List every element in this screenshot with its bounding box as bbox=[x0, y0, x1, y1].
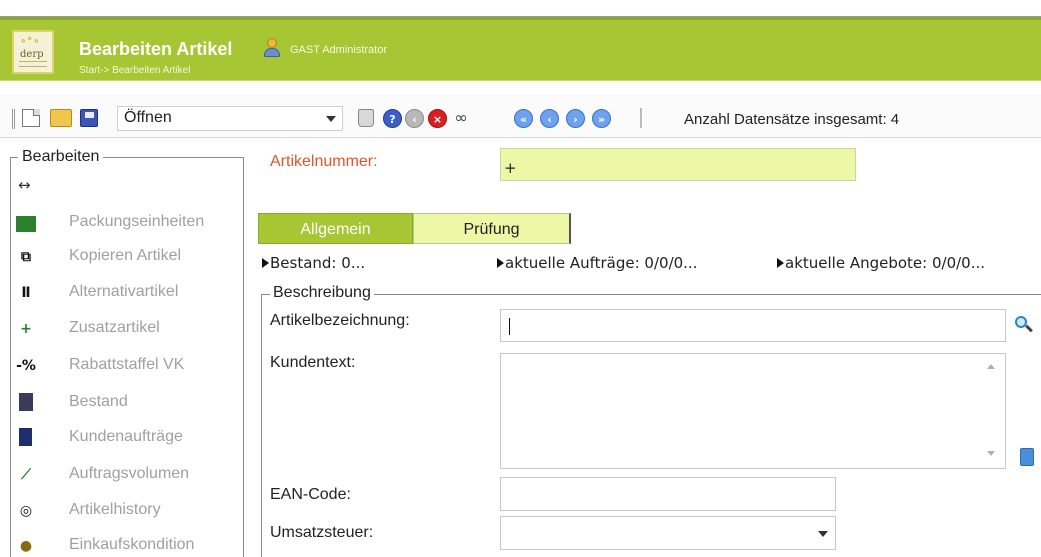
discount-scale-icon: -% bbox=[16, 358, 36, 374]
sidebar-item-zusatzartikel[interactable]: + Zusatzartikel bbox=[11, 314, 243, 344]
package-units-icon bbox=[16, 216, 36, 232]
logo-dots: ∘°∘ bbox=[20, 36, 41, 47]
window-top-edge bbox=[0, 0, 1041, 17]
action-select-value: Öffnen bbox=[124, 109, 172, 126]
action-select[interactable]: Öffnen bbox=[117, 106, 343, 131]
order-volume-chart-icon: ⟋ bbox=[21, 467, 31, 483]
status-bestand[interactable]: Bestand: 0... bbox=[262, 254, 365, 272]
article-number-input[interactable]: + bbox=[500, 148, 856, 181]
toolbar: Öffnen ? ‹ × ∞ « ‹ › » Anzahl Datensätze… bbox=[0, 94, 1041, 138]
expand-triangle-icon bbox=[777, 258, 784, 268]
sidebar-item-einkaufskondition[interactable]: ● Einkaufskondition bbox=[11, 531, 243, 557]
sidebar-item-alternativartikel[interactable]: Ⅱ Alternativartikel bbox=[11, 278, 243, 308]
first-record-icon[interactable]: « bbox=[514, 109, 533, 128]
previous-record-icon[interactable]: ‹ bbox=[540, 109, 559, 128]
sidebar-item-label: Alternativartikel bbox=[69, 283, 179, 300]
back-icon[interactable]: ‹ bbox=[405, 109, 424, 128]
sidebar-item-label: Kundenaufträge bbox=[69, 428, 183, 445]
sidebar-item-label: Rabattstaffel VK bbox=[69, 356, 185, 373]
sidebar-item-kopieren-artikel[interactable]: ⧉ Kopieren Artikel bbox=[11, 242, 243, 272]
kundentext-textarea[interactable] bbox=[500, 353, 1006, 469]
status-angebote[interactable]: aktuelle Angebote: 0/0/0... bbox=[777, 254, 985, 272]
article-history-icon: ◎ bbox=[19, 503, 33, 519]
new-document-icon[interactable] bbox=[22, 109, 40, 127]
status-auftraege[interactable]: aktuelle Aufträge: 0/0/0... bbox=[497, 254, 697, 272]
sidebar-item-artikelhistory[interactable]: ◎ Artikelhistory bbox=[11, 496, 243, 526]
expand-triangle-icon bbox=[262, 258, 269, 268]
text-caret bbox=[509, 318, 510, 335]
sidebar-item-label: Zusatzartikel bbox=[69, 319, 160, 336]
page-title: Bearbeiten Artikel bbox=[79, 39, 233, 59]
sidebar-item-label: Einkaufskondition bbox=[69, 536, 195, 553]
sidebar-item-packungseinheiten[interactable]: Packungseinheiten bbox=[11, 208, 243, 238]
edit-text-icon[interactable] bbox=[1020, 448, 1034, 466]
article-number-label: Artikelnummer: bbox=[270, 153, 378, 170]
chevron-down-icon bbox=[326, 116, 336, 122]
search-icon[interactable] bbox=[1015, 316, 1033, 334]
stock-icon bbox=[19, 393, 33, 411]
logo-text: derp bbox=[20, 49, 44, 60]
cancel-icon[interactable]: × bbox=[428, 109, 447, 128]
toolbar-grip[interactable] bbox=[12, 109, 15, 129]
ean-code-input[interactable] bbox=[500, 477, 836, 511]
fieldset-border-top bbox=[261, 294, 1041, 295]
scroll-up-icon[interactable] bbox=[987, 364, 995, 369]
toolbar-separator bbox=[640, 108, 642, 128]
sidebar-item-bestand[interactable]: Bestand bbox=[11, 388, 243, 418]
tab-allgemein[interactable]: Allgemein bbox=[258, 213, 413, 244]
record-count: Anzahl Datensätze insgesamt: 4 bbox=[684, 111, 900, 128]
open-folder-icon[interactable] bbox=[50, 109, 72, 127]
sidebar-item-label: Artikelhistory bbox=[69, 501, 161, 518]
sidebar-bearbeiten: Bearbeiten ↔ Packungseinheiten ⧉ Kopiere… bbox=[10, 148, 244, 557]
purchase-condition-icon: ● bbox=[19, 538, 33, 554]
sidebar-item-rabattstaffel-vk[interactable]: -% Rabattstaffel VK bbox=[11, 351, 243, 381]
breadcrumb[interactable]: Start-> Bearbeiten Artikel bbox=[79, 65, 190, 76]
sidebar-item-label: Bestand bbox=[69, 393, 128, 410]
alternative-article-icon: Ⅱ bbox=[21, 285, 31, 301]
ean-code-label: EAN-Code: bbox=[270, 486, 351, 503]
tab-pruefung[interactable]: Prüfung bbox=[413, 213, 571, 244]
status-auftraege-text: aktuelle Aufträge: 0/0/0... bbox=[505, 254, 698, 272]
umsatzsteuer-select[interactable] bbox=[500, 516, 836, 550]
copy-article-icon: ⧉ bbox=[21, 249, 31, 265]
save-disk-icon[interactable] bbox=[80, 109, 98, 127]
next-record-icon[interactable]: › bbox=[566, 109, 585, 128]
artikelbezeichnung-input[interactable] bbox=[500, 309, 1006, 342]
artikelbezeichnung-label: Artikelbezeichnung: bbox=[270, 312, 410, 329]
logo-underline bbox=[19, 61, 47, 67]
user-icon bbox=[263, 38, 281, 58]
kundentext-label: Kundentext: bbox=[270, 354, 356, 371]
sidebar-item-label: Kopieren Artikel bbox=[69, 247, 182, 264]
sidebar-item-kundenauftraege[interactable]: Kundenaufträge bbox=[11, 423, 243, 453]
sidebar-item-auftragsvolumen[interactable]: ⟋ Auftragsvolumen bbox=[11, 460, 243, 490]
umsatzsteuer-label: Umsatzsteuer: bbox=[270, 524, 374, 541]
status-bestand-text: Bestand: 0... bbox=[270, 254, 366, 272]
chevron-down-icon bbox=[818, 531, 828, 537]
fieldset-border-left bbox=[261, 294, 262, 557]
customer-orders-icon bbox=[19, 428, 32, 446]
article-number-value: + bbox=[504, 159, 517, 177]
current-user: GAST Administrator bbox=[290, 44, 387, 56]
sidebar-legend: Bearbeiten bbox=[18, 148, 104, 166]
help-icon[interactable]: ? bbox=[383, 109, 402, 128]
status-angebote-text: aktuelle Angebote: 0/0/0... bbox=[785, 254, 986, 272]
app-header: ∘°∘ derp Bearbeiten Artikel GAST Adminis… bbox=[0, 17, 1041, 81]
expand-triangle-icon bbox=[497, 258, 504, 268]
sidebar-item-label: Packungseinheiten bbox=[69, 213, 205, 230]
last-record-icon[interactable]: » bbox=[592, 109, 611, 128]
binoculars-icon[interactable]: ∞ bbox=[450, 109, 472, 127]
scroll-down-icon[interactable] bbox=[987, 451, 995, 456]
sidebar-item-label: Auftragsvolumen bbox=[69, 465, 190, 482]
additional-article-icon: + bbox=[20, 321, 32, 337]
fieldset-legend-beschreibung: Beschreibung bbox=[270, 284, 374, 302]
resize-arrows-icon[interactable]: ↔ bbox=[18, 176, 31, 194]
trash-icon[interactable] bbox=[358, 109, 374, 127]
app-logo: ∘°∘ derp bbox=[12, 30, 54, 74]
